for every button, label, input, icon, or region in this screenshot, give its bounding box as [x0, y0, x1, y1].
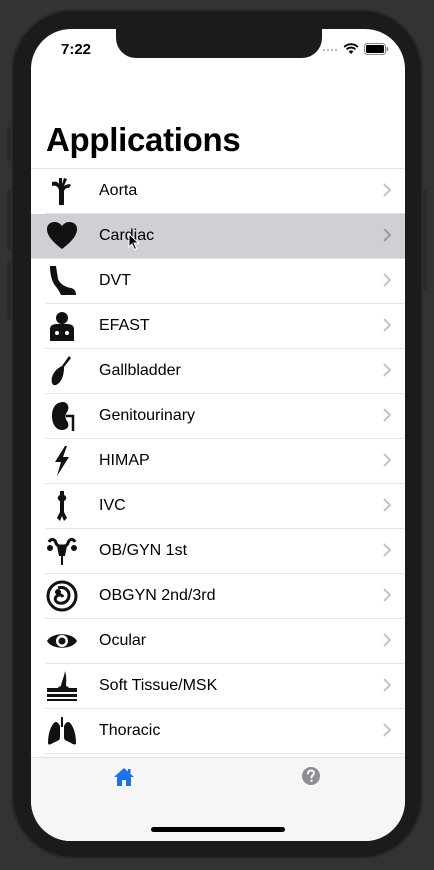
- list-item-label: Gallbladder: [99, 362, 181, 379]
- help-icon: [302, 767, 320, 785]
- fetus-icon: [45, 579, 79, 613]
- notch: [116, 29, 322, 58]
- leg-icon: [45, 264, 79, 298]
- applications-list: Aorta Cardiac DVT EFAST Gallbladder Geni…: [31, 168, 405, 754]
- battery-icon: [364, 43, 389, 55]
- chevron-right-icon: [383, 183, 391, 197]
- wifi-icon: [343, 43, 359, 54]
- tab-help[interactable]: [301, 766, 323, 788]
- list-item-label: OBGYN 2nd/3rd: [99, 587, 216, 604]
- list-item-cardiac[interactable]: Cardiac: [31, 214, 405, 259]
- list-item-obgyn-2nd-3rd[interactable]: OBGYN 2nd/3rd: [45, 574, 405, 619]
- chevron-right-icon: [383, 543, 391, 557]
- list-item-gallbladder[interactable]: Gallbladder: [45, 349, 405, 394]
- list-item-label: Ocular: [99, 632, 147, 649]
- chevron-right-icon: [383, 588, 391, 602]
- screen: 7:22 Applications Aorta Cardiac DVT EFAS…: [31, 29, 405, 841]
- patient-icon: [45, 309, 79, 343]
- list-item-aorta[interactable]: Aorta: [45, 169, 405, 214]
- list-item-himap[interactable]: HIMAP: [45, 439, 405, 484]
- chevron-right-icon: [383, 408, 391, 422]
- lightning-icon: [45, 444, 79, 478]
- status-icons: [322, 43, 389, 55]
- ivc-icon: [45, 489, 79, 523]
- chevron-right-icon: [383, 363, 391, 377]
- list-item-label: Aorta: [99, 182, 138, 199]
- list-item-label: IVC: [99, 497, 126, 514]
- signal-icon: [322, 48, 338, 52]
- chevron-right-icon: [383, 273, 391, 287]
- list-item-label: DVT: [99, 272, 131, 289]
- chevron-right-icon: [383, 228, 391, 242]
- mouse-cursor-icon: [128, 233, 140, 251]
- home-icon: [114, 768, 134, 786]
- kidney-icon: [45, 399, 79, 433]
- chevron-right-icon: [383, 318, 391, 332]
- list-item-label: HIMAP: [99, 452, 150, 469]
- list-item-label: Thoracic: [99, 722, 161, 739]
- chevron-right-icon: [383, 723, 391, 737]
- list-item-dvt[interactable]: DVT: [45, 259, 405, 304]
- list-item-thoracic[interactable]: Thoracic: [45, 709, 405, 754]
- lungs-icon: [45, 714, 79, 748]
- heart-icon: [45, 219, 79, 253]
- chevron-right-icon: [383, 633, 391, 647]
- list-item-label: EFAST: [99, 317, 150, 334]
- tab-home[interactable]: [113, 766, 135, 788]
- chevron-right-icon: [383, 498, 391, 512]
- uterus-icon: [45, 534, 79, 568]
- gallbladder-icon: [45, 354, 79, 388]
- home-indicator: [151, 827, 285, 832]
- list-item-genitourinary[interactable]: Genitourinary: [45, 394, 405, 439]
- chevron-right-icon: [383, 678, 391, 692]
- list-item-soft-tissue-msk[interactable]: Soft Tissue/MSK: [45, 664, 405, 709]
- page-title: Applications: [46, 121, 241, 158]
- list-item-efast[interactable]: EFAST: [45, 304, 405, 349]
- list-item-label: Cardiac: [99, 227, 155, 244]
- list-item-obgyn-1st[interactable]: OB/GYN 1st: [45, 529, 405, 574]
- status-time: 7:22: [61, 41, 92, 58]
- list-item-label: OB/GYN 1st: [99, 542, 188, 559]
- chevron-right-icon: [383, 453, 391, 467]
- skin-icon: [45, 669, 79, 703]
- list-item-label: Genitourinary: [99, 407, 196, 424]
- aorta-icon: [45, 174, 79, 208]
- list-item-ivc[interactable]: IVC: [45, 484, 405, 529]
- list-item-label: Soft Tissue/MSK: [99, 677, 218, 694]
- list-item-ocular[interactable]: Ocular: [45, 619, 405, 664]
- eye-icon: [45, 624, 79, 658]
